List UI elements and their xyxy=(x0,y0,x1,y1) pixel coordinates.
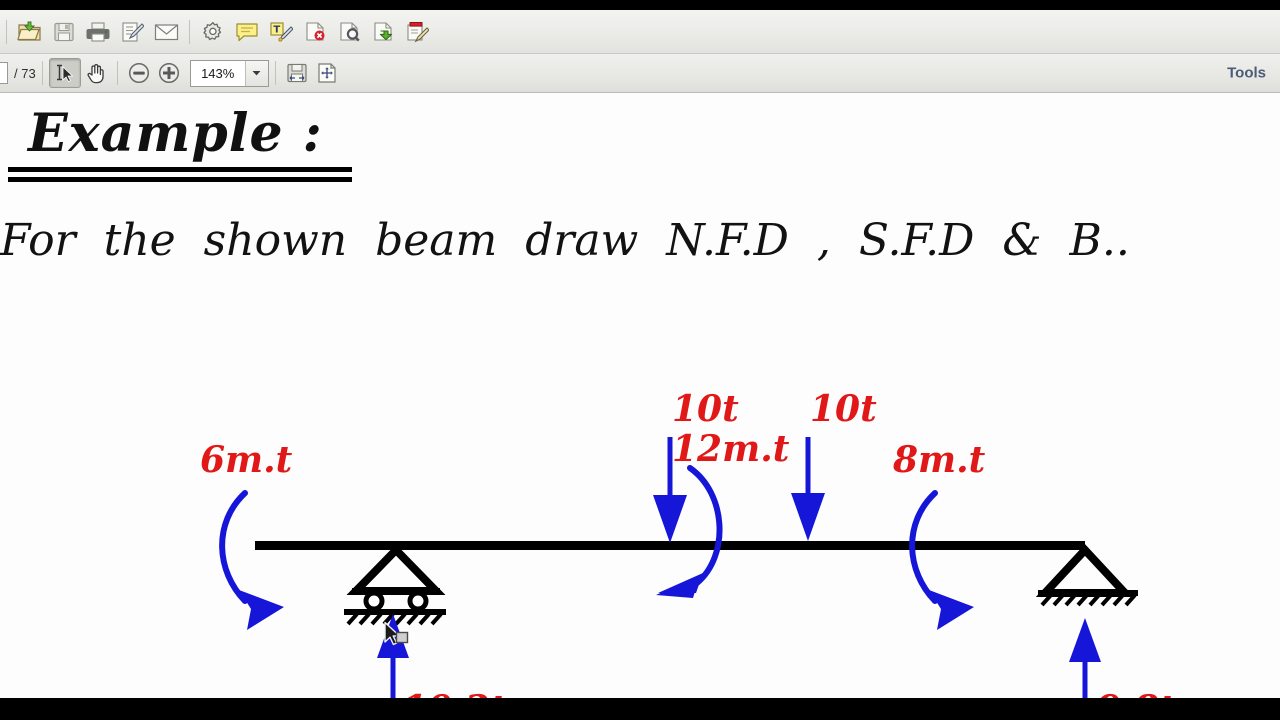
stamp-icon[interactable] xyxy=(366,15,400,49)
save-icon[interactable] xyxy=(47,15,81,49)
letterbox-top xyxy=(0,0,1280,10)
sign-document-icon[interactable] xyxy=(115,15,149,49)
toolbar-divider xyxy=(41,61,43,85)
select-tool-icon[interactable] xyxy=(48,58,81,88)
svg-text:T: T xyxy=(273,24,280,35)
zoom-level-value: 143% xyxy=(190,60,245,86)
pinned-support xyxy=(1035,544,1138,607)
attach-icon[interactable] xyxy=(332,15,366,49)
moment-left-label: 6m.t xyxy=(200,439,293,481)
zoom-level-select[interactable]: 143% xyxy=(189,59,269,87)
moment-right-label: 8m.t xyxy=(893,439,986,481)
roller-support xyxy=(344,544,446,626)
screen: T / 73 143% Tools Example: For the show… xyxy=(0,0,1280,720)
pdf-reader-window: T / 73 143% Tools Example: For the show… xyxy=(0,10,1280,698)
strikethrough-icon[interactable] xyxy=(298,15,332,49)
toolbar-divider xyxy=(116,61,118,85)
print-icon[interactable] xyxy=(81,15,115,49)
edit-text-icon[interactable] xyxy=(400,15,434,49)
document-page: Example : For the shown beam draw N.F.D … xyxy=(0,93,1280,698)
zoom-in-icon[interactable] xyxy=(154,59,184,87)
sticky-note-icon[interactable] xyxy=(230,15,264,49)
toolbar-divider xyxy=(6,19,7,44)
moment-left-arrow xyxy=(219,490,284,630)
moment-right-arrow xyxy=(909,490,974,630)
email-icon[interactable] xyxy=(149,15,183,49)
fit-width-icon[interactable] xyxy=(282,59,312,87)
zoom-out-icon[interactable] xyxy=(124,59,154,87)
reaction-left-label: 10.2t xyxy=(402,688,506,698)
toolbar-divider xyxy=(189,19,190,44)
beam-diagram xyxy=(219,437,1138,698)
toolbar-divider xyxy=(274,61,276,85)
highlight-text-icon[interactable]: T xyxy=(264,15,298,49)
page-number-input[interactable] xyxy=(0,62,8,84)
point-load-2-arrow xyxy=(791,437,825,541)
tools-button[interactable]: Tools xyxy=(1227,65,1266,82)
chevron-down-icon[interactable] xyxy=(244,60,268,86)
main-toolbar: T xyxy=(0,10,1280,54)
page-count-label: / 73 xyxy=(14,65,36,81)
moment-middle-label: 12m.t xyxy=(672,428,790,470)
hand-tool-icon[interactable] xyxy=(81,59,111,87)
letterbox-bottom xyxy=(0,698,1280,720)
reaction-right-arrow xyxy=(1069,618,1101,698)
open-file-icon[interactable] xyxy=(13,15,47,49)
fit-page-icon[interactable] xyxy=(312,59,342,87)
navigation-toolbar: / 73 143% Tools xyxy=(0,54,1280,93)
moment-middle-arrow xyxy=(656,465,723,598)
mouse-cursor xyxy=(384,621,409,646)
reaction-right-label: 9.8t xyxy=(1096,688,1175,698)
point-load-1-label: 10t xyxy=(672,388,739,430)
gear-icon[interactable] xyxy=(196,15,230,49)
point-load-2-label: 10t xyxy=(810,388,877,430)
